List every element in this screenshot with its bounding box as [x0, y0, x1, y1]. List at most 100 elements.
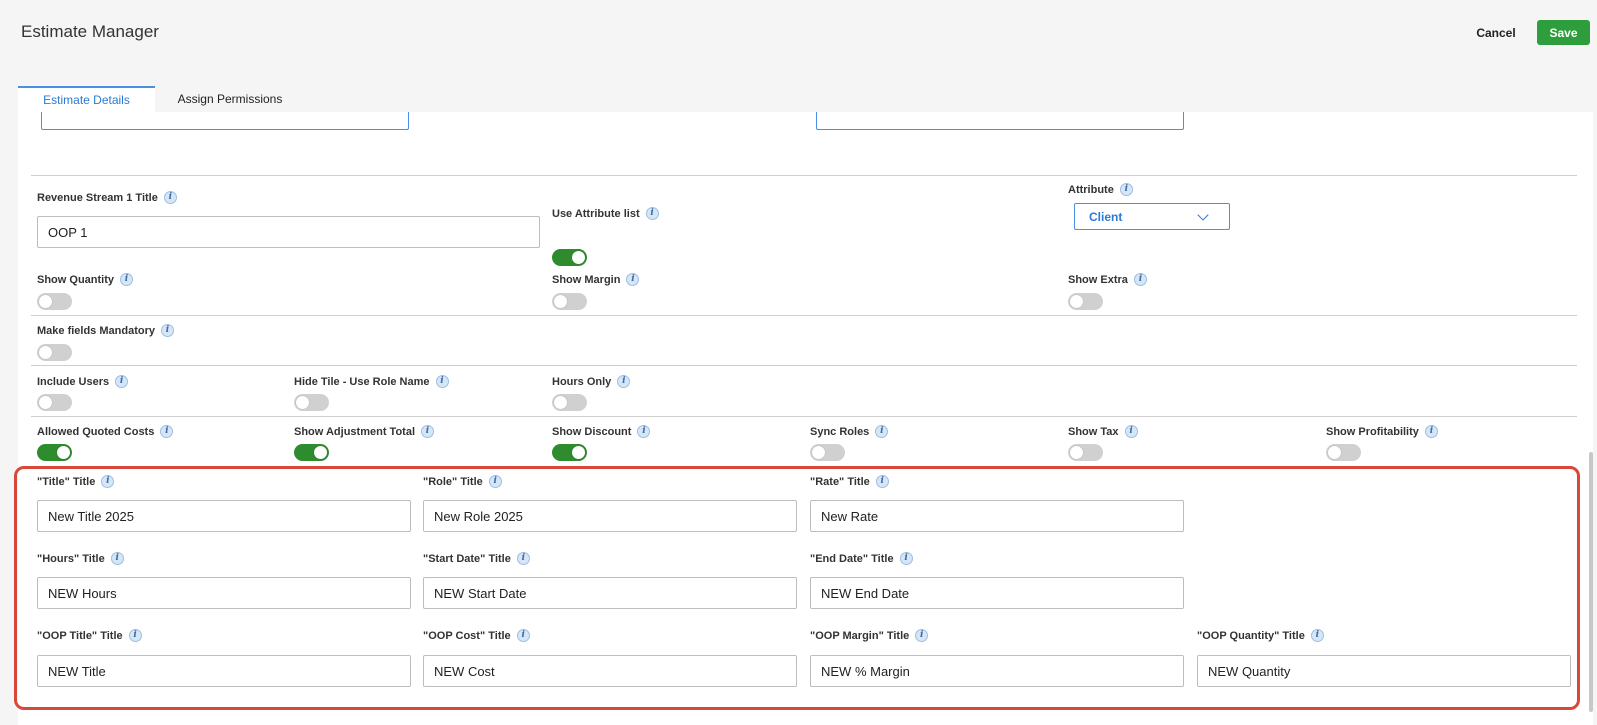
show-tax-label: Show Tax i	[1068, 425, 1138, 438]
end-date-title-label: "End Date" Title i	[810, 552, 913, 565]
page-title: Estimate Manager	[21, 22, 159, 41]
info-icon[interactable]: i	[516, 629, 530, 642]
label-text: Show Tax	[1068, 425, 1119, 438]
info-icon[interactable]: i	[516, 552, 530, 565]
cancel-button[interactable]: Cancel	[1462, 22, 1530, 44]
show-profitability-toggle[interactable]	[1326, 444, 1361, 461]
label-text: Allowed Quoted Costs	[37, 425, 155, 438]
info-icon[interactable]: i	[115, 375, 129, 388]
show-adjustment-total-label: Show Adjustment Total i	[294, 425, 434, 438]
tab-assign-permissions[interactable]: Assign Permissions	[160, 86, 300, 112]
info-icon[interactable]: i	[120, 273, 133, 286]
tab-estimate-details[interactable]: Estimate Details	[18, 86, 155, 112]
label-text: "Role" Title	[423, 475, 483, 488]
revenue-stream-title-label: Revenue Stream 1 Title i	[37, 191, 177, 204]
info-icon[interactable]: i	[637, 425, 651, 438]
scrolled-input-left[interactable]	[41, 112, 409, 130]
role-title-input[interactable]	[423, 500, 797, 532]
show-discount-toggle[interactable]	[552, 444, 587, 461]
label-text: Show Profitability	[1326, 425, 1419, 438]
label-text: "OOP Cost" Title	[423, 629, 511, 642]
oop-cost-title-input[interactable]	[423, 655, 797, 687]
role-title-label: "Role" Title i	[423, 475, 502, 488]
info-icon[interactable]: i	[435, 375, 449, 388]
hide-tile-use-role-name-toggle[interactable]	[294, 394, 329, 411]
info-icon[interactable]: i	[875, 425, 889, 438]
info-icon[interactable]: i	[488, 475, 502, 488]
info-icon[interactable]: i	[1124, 425, 1138, 438]
info-icon[interactable]: i	[1310, 629, 1324, 642]
rate-title-label: "Rate" Title i	[810, 475, 889, 488]
revenue-stream-title-input[interactable]	[37, 216, 540, 248]
label-text: Hide Tile - Use Role Name	[294, 375, 430, 388]
sync-roles-toggle[interactable]	[810, 444, 845, 461]
info-icon[interactable]: i	[1424, 425, 1438, 438]
label-text: Sync Roles	[810, 425, 870, 438]
end-date-title-input[interactable]	[810, 577, 1184, 609]
attribute-select[interactable]: Client	[1074, 203, 1230, 230]
oop-margin-title-label: "OOP Margin" Title i	[810, 629, 929, 642]
info-icon[interactable]: i	[160, 425, 174, 438]
divider	[31, 365, 1577, 366]
title-title-input[interactable]	[37, 500, 411, 532]
save-button[interactable]: Save	[1537, 20, 1590, 45]
info-icon[interactable]: i	[626, 273, 640, 286]
label-text: "Title" Title	[37, 475, 96, 488]
oop-quantity-title-label: "OOP Quantity" Title i	[1197, 629, 1324, 642]
hours-title-input[interactable]	[37, 577, 411, 609]
allowed-quoted-costs-label: Allowed Quoted Costs i	[37, 425, 174, 438]
attribute-selected-value: Client	[1089, 209, 1123, 224]
hide-tile-use-role-name-label: Hide Tile - Use Role Name i	[294, 375, 449, 388]
allowed-quoted-costs-toggle[interactable]	[37, 444, 72, 461]
show-quantity-toggle[interactable]	[37, 293, 72, 310]
info-icon[interactable]: i	[617, 375, 631, 388]
oop-title-title-input[interactable]	[37, 655, 411, 687]
sync-roles-label: Sync Roles i	[810, 425, 889, 438]
oop-quantity-title-input[interactable]	[1197, 655, 1571, 687]
info-icon[interactable]: i	[875, 475, 889, 488]
oop-margin-title-input[interactable]	[810, 655, 1184, 687]
label-text: "Hours" Title	[37, 552, 105, 565]
make-fields-mandatory-toggle[interactable]	[37, 344, 72, 361]
info-icon[interactable]: i	[101, 475, 115, 488]
label-text: Make fields Mandatory	[37, 324, 155, 337]
show-adjustment-total-toggle[interactable]	[294, 444, 329, 461]
label-text: "OOP Quantity" Title	[1197, 629, 1305, 642]
label-text: "Rate" Title	[810, 475, 870, 488]
show-tax-toggle[interactable]	[1068, 444, 1103, 461]
label-text: "End Date" Title	[810, 552, 894, 565]
info-icon[interactable]: i	[1133, 273, 1147, 286]
label-text: "OOP Margin" Title	[810, 629, 910, 642]
info-icon[interactable]: i	[160, 324, 174, 337]
info-icon[interactable]: i	[1119, 183, 1133, 196]
include-users-toggle[interactable]	[37, 394, 72, 411]
scrolled-input-right[interactable]	[816, 112, 1184, 130]
oop-cost-title-label: "OOP Cost" Title i	[423, 629, 530, 642]
attribute-label: Attribute i	[1068, 183, 1133, 196]
show-discount-label: Show Discount i	[552, 425, 651, 438]
label-text: Show Discount	[552, 425, 632, 438]
show-margin-toggle[interactable]	[552, 293, 587, 310]
divider	[31, 416, 1577, 417]
show-extra-label: Show Extra i	[1068, 273, 1147, 286]
use-attribute-list-toggle[interactable]	[552, 249, 587, 266]
hours-title-label: "Hours" Title i	[37, 552, 124, 565]
label-text: "OOP Title" Title	[37, 629, 123, 642]
info-icon[interactable]: i	[128, 629, 142, 642]
hours-only-toggle[interactable]	[552, 394, 587, 411]
label-text: Hours Only	[552, 375, 612, 388]
label-text: Show Adjustment Total	[294, 425, 415, 438]
start-date-title-input[interactable]	[423, 577, 797, 609]
vertical-scrollbar[interactable]	[1589, 452, 1593, 712]
show-extra-toggle[interactable]	[1068, 293, 1103, 310]
info-icon[interactable]: i	[163, 191, 177, 204]
rate-title-input[interactable]	[810, 500, 1184, 532]
info-icon[interactable]: i	[899, 552, 913, 565]
info-icon[interactable]: i	[915, 629, 929, 642]
info-icon[interactable]: i	[110, 552, 124, 565]
divider	[31, 315, 1577, 316]
oop-title-title-label: "OOP Title" Title i	[37, 629, 142, 642]
show-quantity-label: Show Quantity i	[37, 273, 133, 286]
info-icon[interactable]: i	[421, 425, 434, 438]
info-icon[interactable]: i	[645, 207, 659, 220]
